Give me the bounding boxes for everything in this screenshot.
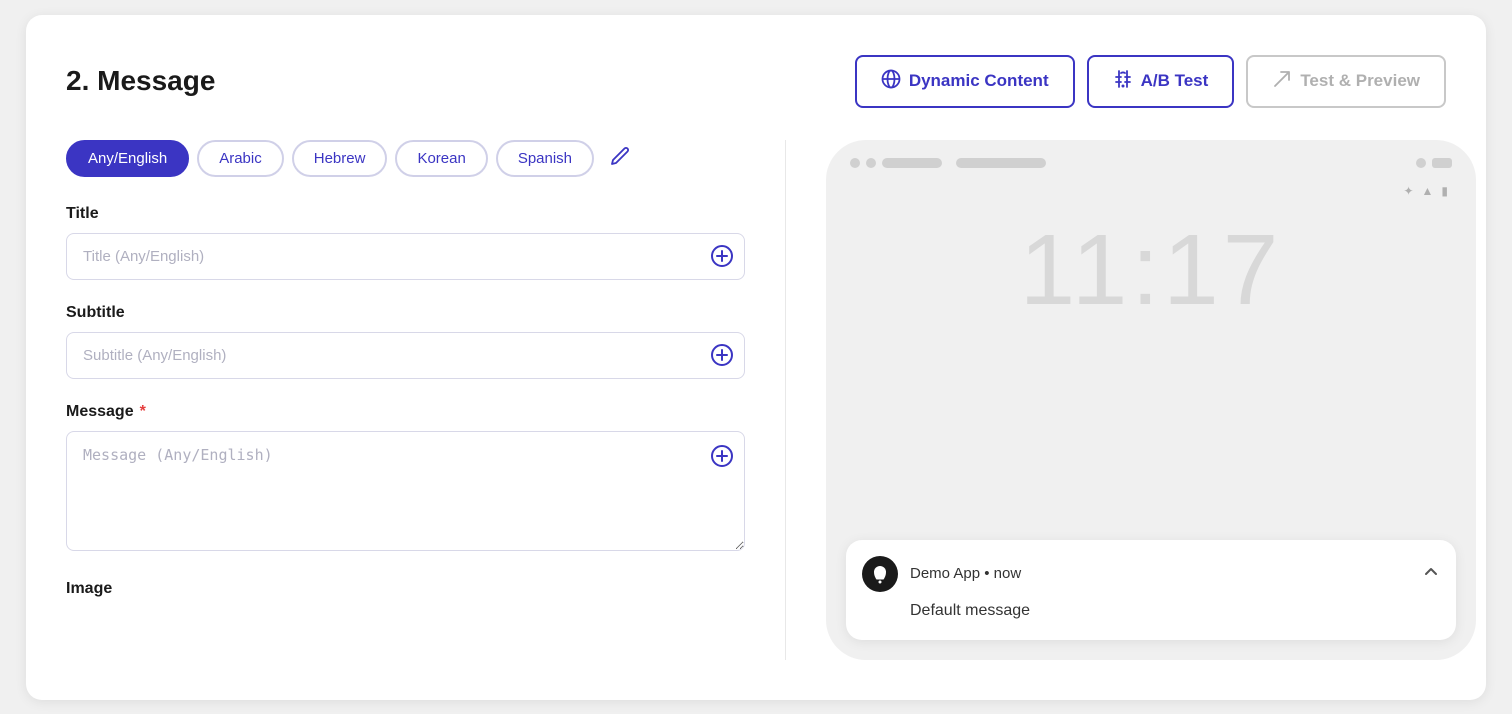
language-tabs: Any/English Arabic Hebrew Korean Spanish xyxy=(66,140,745,177)
app-meta: Demo App • now xyxy=(910,565,1410,582)
subtitle-input[interactable] xyxy=(66,332,745,379)
lang-tab-arabic[interactable]: Arabic xyxy=(197,140,284,177)
phone-status-circle xyxy=(1416,158,1426,168)
lang-tab-hebrew[interactable]: Hebrew xyxy=(292,140,388,177)
notification-card: Demo App • now Default message xyxy=(846,540,1456,640)
notification-message: Default message xyxy=(910,602,1440,620)
title-input[interactable] xyxy=(66,233,745,280)
notification-separator: • xyxy=(984,565,993,582)
message-textarea[interactable] xyxy=(66,431,745,551)
phone-pill-long xyxy=(956,158,1046,168)
phone-mockup: ✦ ▲ ▮ 11:17 xyxy=(826,140,1476,660)
ab-test-label: A/B Test xyxy=(1141,71,1209,91)
image-field-group: Image xyxy=(66,580,745,598)
phone-top-bar xyxy=(850,158,1452,168)
message-label: Message * xyxy=(66,403,745,421)
battery-icon: ▮ xyxy=(1441,184,1448,198)
lang-tab-spanish[interactable]: Spanish xyxy=(496,140,594,177)
phone-dot-1 xyxy=(850,158,860,168)
lang-tab-any-english[interactable]: Any/English xyxy=(66,140,189,177)
subtitle-input-wrapper xyxy=(66,332,745,379)
lang-tab-korean[interactable]: Korean xyxy=(395,140,487,177)
page-title: 2. Message xyxy=(66,65,215,97)
message-add-button[interactable] xyxy=(711,445,733,471)
content-area: Any/English Arabic Hebrew Korean Spanish… xyxy=(66,140,1446,660)
image-label: Image xyxy=(66,580,745,598)
left-panel: Any/English Arabic Hebrew Korean Spanish… xyxy=(66,140,786,660)
phone-pill-short xyxy=(882,158,942,168)
test-preview-icon xyxy=(1272,69,1292,94)
bluetooth-icon: ✦ xyxy=(1403,184,1413,198)
subtitle-add-button[interactable] xyxy=(711,344,733,366)
ab-test-icon xyxy=(1113,69,1133,94)
dynamic-content-label: Dynamic Content xyxy=(909,71,1049,91)
top-bar: 2. Message Dynamic Content xyxy=(66,55,1446,108)
dynamic-content-button[interactable]: Dynamic Content xyxy=(855,55,1075,108)
message-field-group: Message * xyxy=(66,403,745,556)
wifi-icon: ▲ xyxy=(1422,184,1434,198)
test-preview-label: Test & Preview xyxy=(1300,71,1420,91)
notification-timestamp: now xyxy=(994,565,1022,582)
phone-top-right xyxy=(1416,158,1452,168)
phone-status-rect xyxy=(1432,158,1452,168)
title-field-group: Title xyxy=(66,205,745,280)
notification-header: Demo App • now xyxy=(862,556,1440,592)
main-card: 2. Message Dynamic Content xyxy=(26,15,1486,700)
right-panel: ✦ ▲ ▮ 11:17 xyxy=(786,140,1476,660)
notification-expand-button[interactable] xyxy=(1422,562,1440,585)
subtitle-label: Subtitle xyxy=(66,304,745,322)
edit-languages-button[interactable] xyxy=(606,142,634,175)
app-name: Demo App xyxy=(910,565,980,582)
title-label: Title xyxy=(66,205,745,223)
app-icon xyxy=(862,556,898,592)
subtitle-field-group: Subtitle xyxy=(66,304,745,379)
top-actions: Dynamic Content A/B Test xyxy=(855,55,1446,108)
test-preview-button[interactable]: Test & Preview xyxy=(1246,55,1446,108)
required-indicator: * xyxy=(140,403,146,421)
phone-clock: 11:17 xyxy=(826,220,1476,320)
dynamic-content-icon xyxy=(881,69,901,94)
phone-status-bar: ✦ ▲ ▮ xyxy=(1403,184,1448,198)
title-input-wrapper xyxy=(66,233,745,280)
ab-test-button[interactable]: A/B Test xyxy=(1087,55,1235,108)
message-input-wrapper xyxy=(66,431,745,556)
title-add-button[interactable] xyxy=(711,245,733,267)
phone-dot-2 xyxy=(866,158,876,168)
